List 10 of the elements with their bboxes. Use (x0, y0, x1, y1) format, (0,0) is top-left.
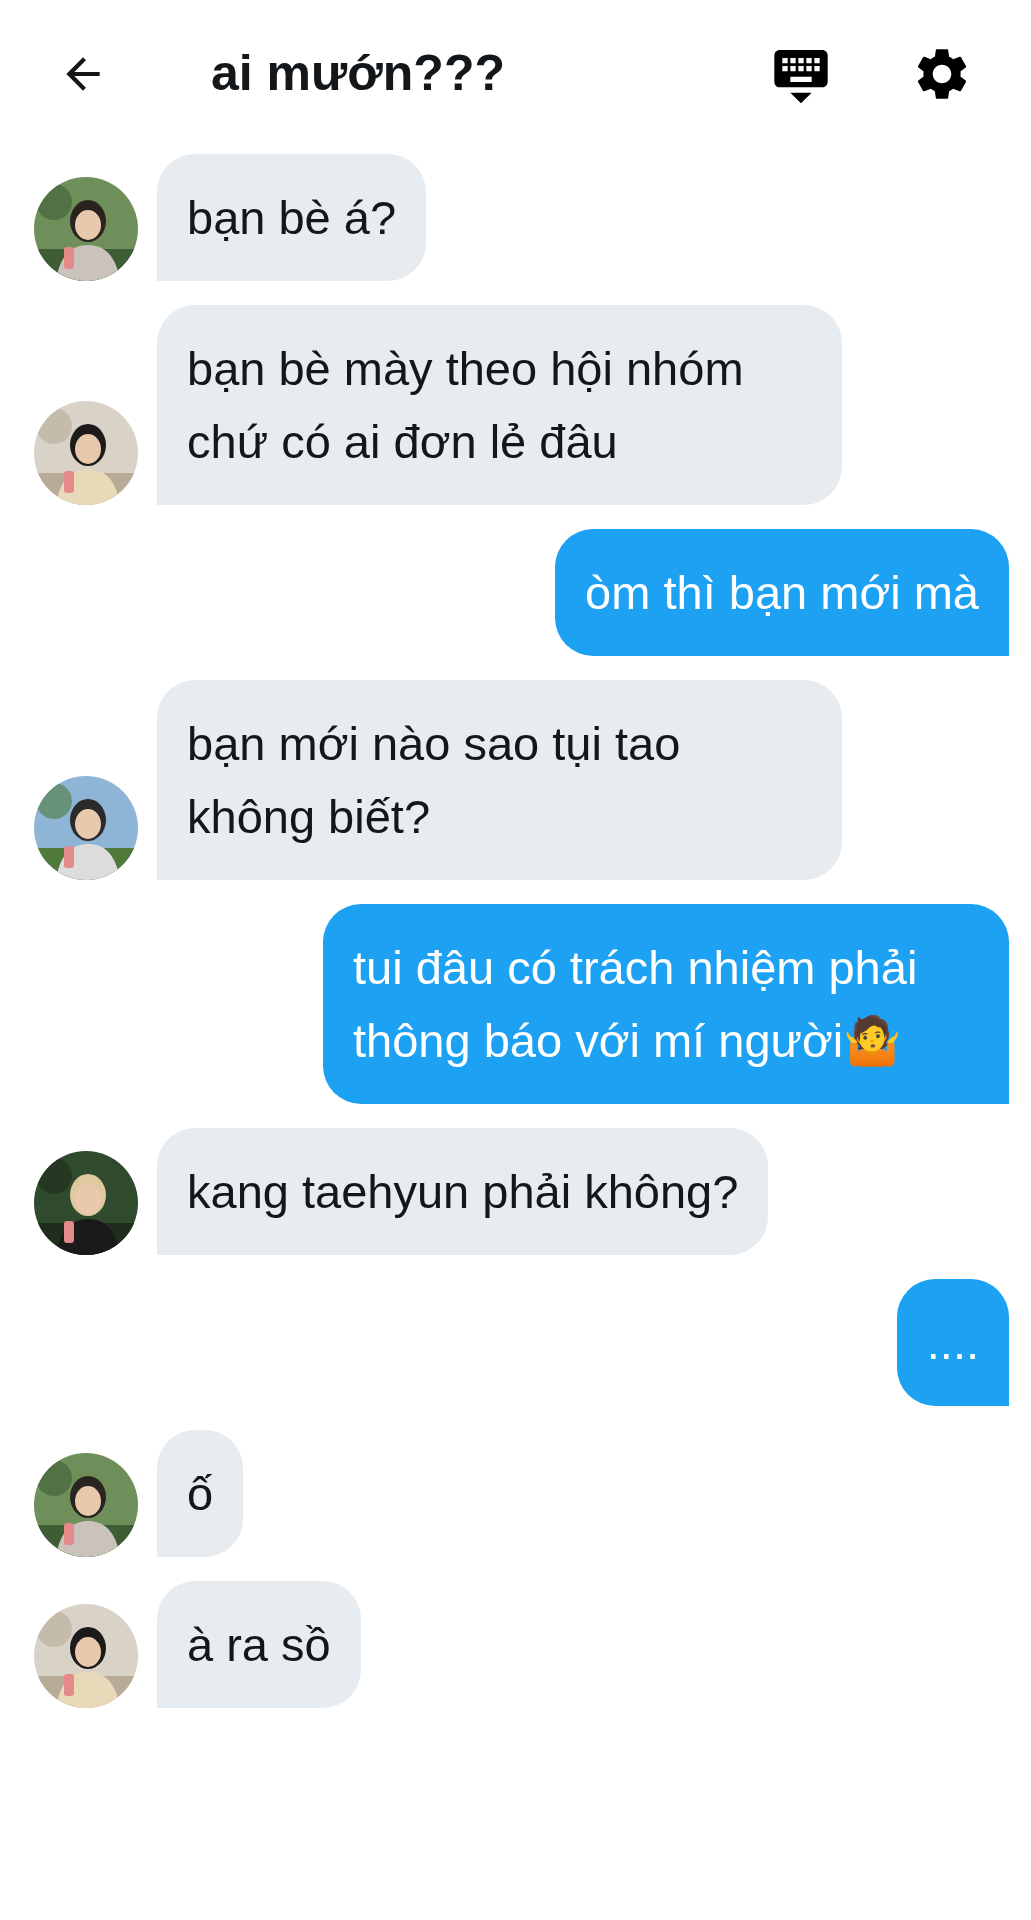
sent-message-bubble: .... (896, 1279, 1009, 1406)
chat-title: ai mướn??? (211, 44, 505, 103)
sent-message-bubble: òm thì bạn mới mà (555, 529, 1009, 656)
received-message-bubble: bạn mới nào sao tụi tao không biết? (157, 680, 842, 880)
received-message-bubble: ố (157, 1430, 244, 1557)
received-message-bubble: kang taehyun phải không? (157, 1128, 769, 1255)
received-message-bubble: à ra sồ (157, 1581, 361, 1708)
sent-message-bubble: tui đâu có trách nhiệm phải thông báo với mí người🤷 (323, 904, 1009, 1104)
received-message-bubble: bạn bè mày theo hội nhóm chứ có ai đơn lẻ đâu (157, 305, 842, 505)
received-message-bubble: bạn bè á? (157, 154, 427, 281)
